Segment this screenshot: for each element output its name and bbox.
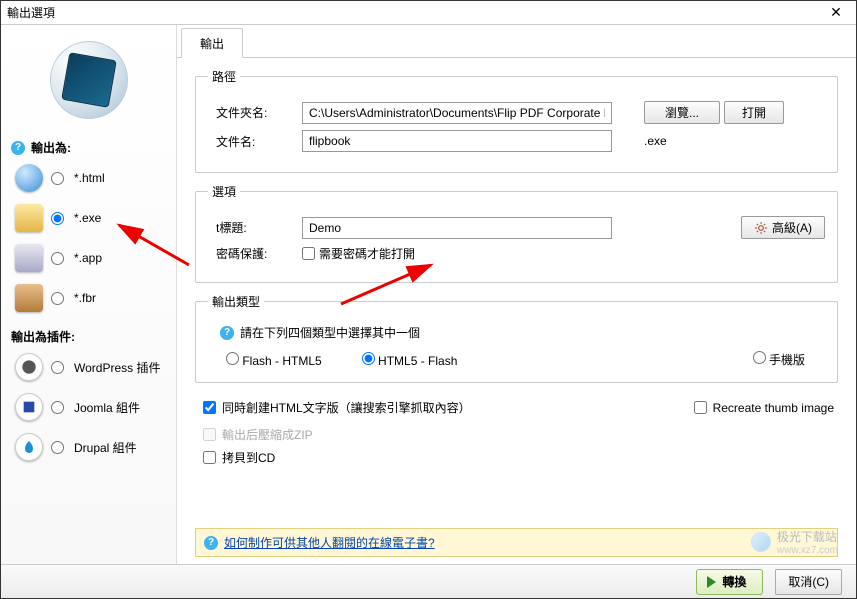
format-label: *.app	[74, 251, 102, 265]
filename-input[interactable]	[302, 130, 612, 152]
globe-icon	[15, 164, 43, 192]
title-input[interactable]	[302, 217, 612, 239]
plugin-option-joomla[interactable]: Joomla 組件	[15, 393, 166, 421]
filename-label: 文件名:	[208, 133, 298, 150]
wordpress-icon	[15, 353, 43, 381]
sidebar: ? 輸出為: *.html *.exe *.app *.fbr 輸出為插件:	[1, 25, 177, 565]
options-legend: 選項	[208, 183, 240, 200]
info-icon: ?	[220, 326, 234, 340]
type-legend: 輸出類型	[208, 293, 264, 310]
create-html-checkbox[interactable]: 同時創建HTML文字版（讓搜索引擎抓取內容）	[203, 399, 471, 416]
plugin-option-drupal[interactable]: Drupal 組件	[15, 433, 166, 461]
type-flash-html5[interactable]: Flash - HTML5	[226, 352, 322, 368]
options-group: 選項 t標題: 高級(A) 密碼保護: 需要密碼才能打開	[195, 183, 838, 283]
drupal-icon	[15, 433, 43, 461]
format-option-exe[interactable]: *.exe	[15, 204, 166, 232]
plugin-label: WordPress 插件	[74, 359, 160, 376]
password-label: 密碼保護:	[208, 245, 298, 262]
format-option-fbr[interactable]: *.fbr	[15, 284, 166, 312]
folder-label: 文件夾名:	[208, 104, 298, 121]
app-logo	[11, 31, 166, 133]
exe-icon	[15, 204, 43, 232]
path-group: 路徑 文件夾名: 瀏覽... 打開 文件名: .exe	[195, 68, 838, 173]
fbr-icon	[15, 284, 43, 312]
tab-output[interactable]: 輸出	[181, 28, 243, 58]
path-legend: 路徑	[208, 68, 240, 85]
close-icon[interactable]: ✕	[822, 4, 850, 22]
joomla-icon	[15, 393, 43, 421]
convert-button[interactable]: 轉換	[696, 569, 763, 595]
help-icon[interactable]: ?	[11, 141, 25, 155]
browse-button[interactable]: 瀏覽...	[644, 101, 720, 124]
app-icon	[15, 244, 43, 272]
recreate-thumb-checkbox[interactable]: Recreate thumb image	[694, 399, 834, 416]
folder-input[interactable]	[302, 102, 612, 124]
plugin-label: Joomla 組件	[74, 399, 140, 416]
help-icon[interactable]: ?	[204, 536, 218, 550]
content-panel: 輸出 路徑 文件夾名: 瀏覽... 打開 文件名: .exe 選項 t標題:	[177, 25, 856, 565]
plugins-label: 輸出為插件:	[11, 328, 75, 345]
advanced-button[interactable]: 高級(A)	[741, 216, 825, 239]
help-link[interactable]: 如何制作可供其他人翻閱的在線電子書?	[224, 534, 435, 551]
zip-checkbox: 輸出后壓縮成ZIP	[203, 426, 856, 443]
window-title: 輸出選項	[7, 4, 822, 21]
play-icon	[707, 576, 716, 588]
output-as-label: 輸出為:	[31, 139, 71, 156]
file-extension: .exe	[644, 134, 667, 148]
type-html5-flash[interactable]: HTML5 - Flash	[362, 352, 458, 368]
type-hint: 請在下列四個類型中選擇其中一個	[240, 324, 420, 341]
copy-cd-checkbox[interactable]: 拷貝到CD	[203, 449, 856, 466]
plugin-label: Drupal 組件	[74, 439, 137, 456]
format-label: *.exe	[74, 211, 101, 225]
output-type-group: 輸出類型 ? 請在下列四個類型中選擇其中一個 Flash - HTML5 HTM…	[195, 293, 838, 383]
help-bar: ? 如何制作可供其他人翻閱的在線電子書?	[195, 528, 838, 557]
format-option-app[interactable]: *.app	[15, 244, 166, 272]
open-button[interactable]: 打開	[724, 101, 784, 124]
plugin-option-wordpress[interactable]: WordPress 插件	[15, 353, 166, 381]
title-label: t標題:	[208, 219, 298, 236]
format-option-html[interactable]: *.html	[15, 164, 166, 192]
type-mobile[interactable]: 手機版	[753, 351, 805, 368]
cancel-button[interactable]: 取消(C)	[775, 569, 842, 595]
password-checkbox[interactable]: 需要密碼才能打開	[302, 245, 415, 262]
gear-icon	[754, 221, 768, 235]
advanced-label: 高級(A)	[772, 219, 812, 236]
format-label: *.html	[74, 171, 105, 185]
format-label: *.fbr	[74, 291, 96, 305]
